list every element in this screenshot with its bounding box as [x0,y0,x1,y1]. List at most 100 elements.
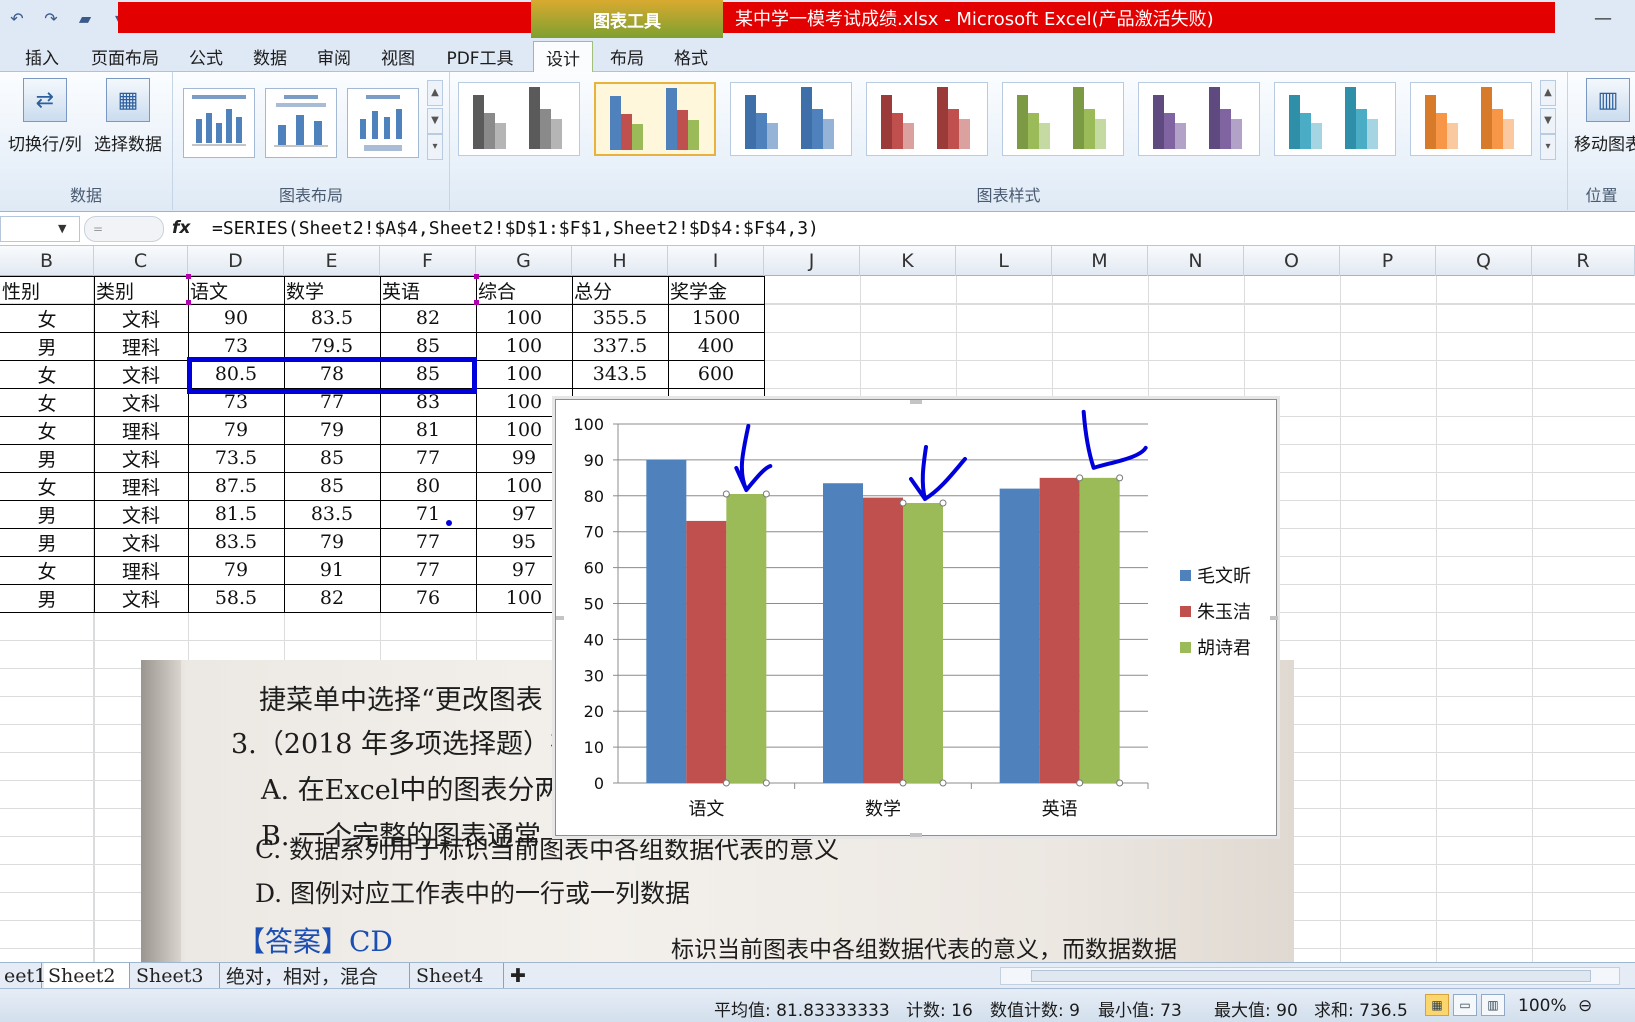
formula-control-icon[interactable]: = [84,216,164,242]
selection-handle[interactable] [762,779,770,787]
column-header-G[interactable]: G [476,246,572,276]
table-cell[interactable]: 79.5 [284,332,380,360]
table-cell[interactable]: 男 [0,332,94,360]
chart-resize-handle[interactable] [1270,616,1278,620]
table-cell[interactable]: 100 [476,360,572,388]
tab-data[interactable]: 数据 [242,41,298,72]
table-cell[interactable]: 600 [668,360,764,388]
range-handle[interactable] [474,274,479,279]
bar-胡诗君-英语[interactable] [1079,477,1120,783]
table-cell[interactable]: 文科 [94,360,188,388]
table-cell[interactable]: 81.5 [188,500,284,528]
horizontal-scrollbar[interactable] [1000,967,1620,985]
column-header-H[interactable]: H [572,246,668,276]
redo-icon[interactable]: ↷ [36,5,66,31]
chart-style-option-4[interactable] [866,82,988,156]
column-header-Q[interactable]: Q [1436,246,1532,276]
selection-handle[interactable] [722,490,730,498]
table-cell[interactable]: 85 [380,332,476,360]
header-cell[interactable]: 总分 [572,276,668,304]
tab-page-layout[interactable]: 页面布局 [80,41,170,72]
table-cell[interactable]: 1500 [668,304,764,332]
table-cell[interactable]: 100 [476,332,572,360]
selection-handle[interactable] [1076,779,1084,787]
header-cell[interactable]: 英语 [380,276,476,304]
selection-handle[interactable] [1076,474,1084,482]
bar-朱玉洁-语文[interactable] [686,520,727,783]
table-cell[interactable]: 79 [284,528,380,556]
table-cell[interactable]: 90 [188,304,284,332]
legend-swatch[interactable] [1180,606,1191,617]
table-cell[interactable]: 女 [0,304,94,332]
table-cell[interactable]: 79 [188,556,284,584]
legend-swatch[interactable] [1180,570,1191,581]
formula-input[interactable]: =SERIES(Sheet2!$A$4,Sheet2!$D$1:$F$1,She… [212,218,819,239]
column-chart[interactable]: 0 10 20 30 40 50 60 70 80 90 100 语文 数学 英语 毛文昕朱玉洁胡诗君 [556,400,1278,837]
chart-style-option-6[interactable] [1138,82,1260,156]
table-cell[interactable]: 男 [0,444,94,472]
table-cell[interactable]: 82 [284,584,380,612]
column-header-O[interactable]: O [1244,246,1340,276]
table-cell[interactable]: 58.5 [188,584,284,612]
tab-chart-layout[interactable]: 布局 [597,41,657,72]
selection-handle[interactable] [722,779,730,787]
column-header-C[interactable]: C [94,246,188,276]
chart-resize-handle[interactable] [910,400,922,404]
table-cell[interactable]: 文科 [94,304,188,332]
sheet-tab-absolute-relative[interactable]: 绝对，相对，混合 [222,963,410,988]
legend-entry[interactable]: 胡诗君 [1197,638,1251,659]
style-gallery-up[interactable]: ▲ [1540,80,1556,106]
sheet-tab-sheet4[interactable]: Sheet4 [412,963,504,988]
table-cell[interactable]: 女 [0,360,94,388]
column-header-D[interactable]: D [188,246,284,276]
column-header-I[interactable]: I [668,246,764,276]
column-header-N[interactable]: N [1148,246,1244,276]
sheet-tab-sheet3[interactable]: Sheet3 [132,963,220,988]
column-header-P[interactable]: P [1340,246,1436,276]
bar-毛文昕-语文[interactable] [646,459,687,783]
name-box[interactable] [0,216,80,242]
table-cell[interactable]: 理科 [94,556,188,584]
header-cell[interactable]: 类别 [94,276,188,304]
chart-resize-handle[interactable] [556,616,564,620]
table-cell[interactable]: 文科 [94,444,188,472]
table-cell[interactable]: 76 [380,584,476,612]
range-handle[interactable] [186,300,191,305]
sheet-tab-sheet2[interactable]: Sheet2 [44,963,130,988]
table-cell[interactable]: 理科 [94,416,188,444]
column-header-R[interactable]: R [1532,246,1635,276]
select-data-button[interactable]: ▦ 选择数据 [94,78,162,155]
bar-胡诗君-语文[interactable] [726,494,767,783]
chart-style-option-7[interactable] [1274,82,1396,156]
selection-handle[interactable] [899,779,907,787]
table-cell[interactable]: 100 [476,304,572,332]
sheet-tab-sheet1[interactable]: eet1 [0,963,46,988]
column-header-E[interactable]: E [284,246,380,276]
bar-毛文昕-英语[interactable] [999,488,1040,783]
chart-object[interactable]: 0 10 20 30 40 50 60 70 80 90 100 语文 数学 英语 毛文昕 朱玉洁 胡诗君 [555,399,1278,837]
layout-gallery-more[interactable]: ▾ [427,134,443,160]
table-cell[interactable]: 文科 [94,388,188,416]
table-cell[interactable]: 83.5 [188,528,284,556]
table-cell[interactable]: 女 [0,416,94,444]
layout-gallery-down[interactable]: ▼ [427,108,443,134]
layout-gallery-up[interactable]: ▲ [427,80,443,106]
table-cell[interactable]: 男 [0,528,94,556]
table-cell[interactable]: 77 [380,444,476,472]
table-cell[interactable]: 400 [668,332,764,360]
table-cell[interactable]: 83.5 [284,304,380,332]
table-cell[interactable]: 82 [380,304,476,332]
bar-朱玉洁-英语[interactable] [1039,477,1080,783]
horizontal-scroll-thumb[interactable] [1031,970,1591,982]
table-cell[interactable]: 理科 [94,472,188,500]
tab-view[interactable]: 视图 [370,41,426,72]
table-cell[interactable]: 文科 [94,584,188,612]
chart-style-option-8[interactable] [1410,82,1532,156]
minimize-icon[interactable]: — [1588,8,1618,32]
table-cell[interactable]: 女 [0,388,94,416]
column-header-J[interactable]: J [764,246,860,276]
chart-resize-handle[interactable] [910,833,922,837]
table-cell[interactable]: 女 [0,556,94,584]
normal-view-icon[interactable]: ▦ [1425,994,1449,1016]
table-cell[interactable]: 337.5 [572,332,668,360]
